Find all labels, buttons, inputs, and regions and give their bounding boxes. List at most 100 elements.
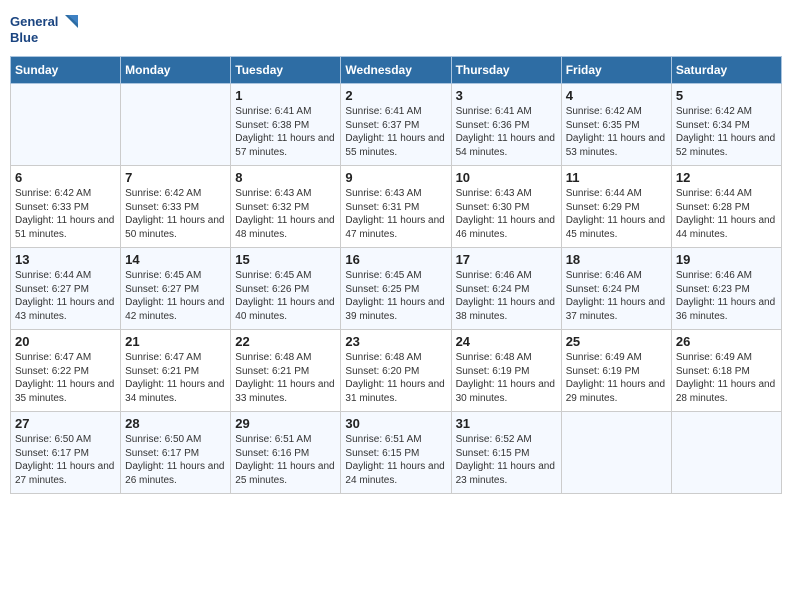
day-info: Sunrise: 6:42 AM Sunset: 6:34 PM Dayligh… xyxy=(676,105,777,159)
day-cell: 1Sunrise: 6:41 AM Sunset: 6:38 PM Daylig… xyxy=(231,84,341,166)
day-number: 15 xyxy=(235,252,336,267)
day-info: Sunrise: 6:42 AM Sunset: 6:33 PM Dayligh… xyxy=(15,187,116,241)
day-info: Sunrise: 6:45 AM Sunset: 6:26 PM Dayligh… xyxy=(235,269,336,323)
week-row-3: 13 Sunrise: 6:44 AM Sunset: 6:27 PM Dayli… xyxy=(11,248,782,330)
day-info: Sunrise: 6:47 AM Sunset: 6:21 PM Dayligh… xyxy=(125,351,226,405)
day-info: Sunrise: 6:46 AM Sunset: 6:23 PM Dayligh… xyxy=(676,269,777,323)
day-number: 18 xyxy=(566,252,667,267)
header-cell-tuesday: Tuesday xyxy=(231,57,341,84)
day-info: Sunrise: 6:48 AM Sunset: 6:21 PM Dayligh… xyxy=(235,351,336,405)
day-info: Sunrise: 6:48 AM Sunset: 6:20 PM Dayligh… xyxy=(345,351,446,405)
day-number: 1 xyxy=(235,88,336,103)
day-info: Sunrise: 6:49 AM Sunset: 6:18 PM Dayligh… xyxy=(676,351,777,405)
day-cell xyxy=(671,412,781,494)
day-cell: 2Sunrise: 6:41 AM Sunset: 6:37 PM Daylig… xyxy=(341,84,451,166)
day-info: Sunrise: 6:50 AM Sunset: 6:17 PM Dayligh… xyxy=(125,433,226,487)
calendar-table: SundayMondayTuesdayWednesdayThursdayFrid… xyxy=(10,56,782,494)
day-cell: 10Sunrise: 6:43 AM Sunset: 6:30 PM Dayli… xyxy=(451,166,561,248)
day-number: 7 xyxy=(125,170,226,185)
day-number: 16 xyxy=(345,252,446,267)
day-cell: 8 Sunrise: 6:43 AM Sunset: 6:32 PM Daylig… xyxy=(231,166,341,248)
day-number: 22 xyxy=(235,334,336,349)
day-cell: 6 Sunrise: 6:42 AM Sunset: 6:33 PM Daylig… xyxy=(11,166,121,248)
day-cell: 31 Sunrise: 6:52 AM Sunset: 6:15 PM Dayli… xyxy=(451,412,561,494)
day-cell: 9 Sunrise: 6:43 AM Sunset: 6:31 PM Daylig… xyxy=(341,166,451,248)
day-number: 29 xyxy=(235,416,336,431)
day-number: 3 xyxy=(456,88,557,103)
header-cell-wednesday: Wednesday xyxy=(341,57,451,84)
day-number: 14 xyxy=(125,252,226,267)
day-number: 27 xyxy=(15,416,116,431)
week-row-5: 27 Sunrise: 6:50 AM Sunset: 6:17 PM Dayli… xyxy=(11,412,782,494)
day-number: 13 xyxy=(15,252,116,267)
day-number: 4 xyxy=(566,88,667,103)
day-cell: 22 Sunrise: 6:48 AM Sunset: 6:21 PM Dayli… xyxy=(231,330,341,412)
svg-text:Blue: Blue xyxy=(10,30,38,45)
day-number: 24 xyxy=(456,334,557,349)
day-cell: 12 Sunrise: 6:44 AM Sunset: 6:28 PM Dayli… xyxy=(671,166,781,248)
day-number: 28 xyxy=(125,416,226,431)
day-number: 17 xyxy=(456,252,557,267)
day-info: Sunrise: 6:51 AM Sunset: 6:16 PM Dayligh… xyxy=(235,433,336,487)
day-cell: 27Sunrise: 6:50 AM Sunset: 6:17 PM Dayli… xyxy=(11,412,121,494)
day-info: Sunrise: 6:46 AM Sunset: 6:24 PM Dayligh… xyxy=(566,269,667,323)
day-info: Sunrise: 6:46 AM Sunset: 6:24 PM Dayligh… xyxy=(456,269,557,323)
day-number: 6 xyxy=(15,170,116,185)
logo: General Blue xyxy=(10,10,80,50)
day-number: 30 xyxy=(345,416,446,431)
day-info: Sunrise: 6:49 AM Sunset: 6:19 PM Dayligh… xyxy=(566,351,667,405)
day-cell: 13 Sunrise: 6:44 AM Sunset: 6:27 PM Dayli… xyxy=(11,248,121,330)
header-cell-sunday: Sunday xyxy=(11,57,121,84)
day-number: 9 xyxy=(345,170,446,185)
day-cell: 19 Sunrise: 6:46 AM Sunset: 6:23 PM Dayli… xyxy=(671,248,781,330)
day-cell: 26 Sunrise: 6:49 AM Sunset: 6:18 PM Dayli… xyxy=(671,330,781,412)
day-cell: 28 Sunrise: 6:50 AM Sunset: 6:17 PM Dayli… xyxy=(121,412,231,494)
day-number: 19 xyxy=(676,252,777,267)
logo-svg: General Blue xyxy=(10,10,80,50)
day-cell: 4 Sunrise: 6:42 AM Sunset: 6:35 PM Daylig… xyxy=(561,84,671,166)
day-cell xyxy=(11,84,121,166)
day-cell: 17 Sunrise: 6:46 AM Sunset: 6:24 PM Dayli… xyxy=(451,248,561,330)
day-info: Sunrise: 6:43 AM Sunset: 6:31 PM Dayligh… xyxy=(345,187,446,241)
week-row-2: 6 Sunrise: 6:42 AM Sunset: 6:33 PM Daylig… xyxy=(11,166,782,248)
page-header: General Blue xyxy=(10,10,782,50)
day-cell xyxy=(121,84,231,166)
day-info: Sunrise: 6:51 AM Sunset: 6:15 PM Dayligh… xyxy=(345,433,446,487)
day-number: 26 xyxy=(676,334,777,349)
day-number: 21 xyxy=(125,334,226,349)
day-number: 23 xyxy=(345,334,446,349)
calendar-body: 1Sunrise: 6:41 AM Sunset: 6:38 PM Daylig… xyxy=(11,84,782,494)
header-cell-thursday: Thursday xyxy=(451,57,561,84)
day-info: Sunrise: 6:44 AM Sunset: 6:29 PM Dayligh… xyxy=(566,187,667,241)
svg-text:General: General xyxy=(10,14,58,29)
day-cell: 5 Sunrise: 6:42 AM Sunset: 6:34 PM Daylig… xyxy=(671,84,781,166)
day-info: Sunrise: 6:52 AM Sunset: 6:15 PM Dayligh… xyxy=(456,433,557,487)
day-cell xyxy=(561,412,671,494)
day-cell: 21 Sunrise: 6:47 AM Sunset: 6:21 PM Dayli… xyxy=(121,330,231,412)
header-cell-friday: Friday xyxy=(561,57,671,84)
day-info: Sunrise: 6:44 AM Sunset: 6:27 PM Dayligh… xyxy=(15,269,116,323)
day-cell: 29 Sunrise: 6:51 AM Sunset: 6:16 PM Dayli… xyxy=(231,412,341,494)
week-row-1: 1Sunrise: 6:41 AM Sunset: 6:38 PM Daylig… xyxy=(11,84,782,166)
day-info: Sunrise: 6:48 AM Sunset: 6:19 PM Dayligh… xyxy=(456,351,557,405)
day-number: 12 xyxy=(676,170,777,185)
day-cell: 16 Sunrise: 6:45 AM Sunset: 6:25 PM Dayli… xyxy=(341,248,451,330)
day-number: 2 xyxy=(345,88,446,103)
day-number: 11 xyxy=(566,170,667,185)
day-info: Sunrise: 6:44 AM Sunset: 6:28 PM Dayligh… xyxy=(676,187,777,241)
day-info: Sunrise: 6:43 AM Sunset: 6:32 PM Dayligh… xyxy=(235,187,336,241)
header-cell-saturday: Saturday xyxy=(671,57,781,84)
day-cell: 24 Sunrise: 6:48 AM Sunset: 6:19 PM Dayli… xyxy=(451,330,561,412)
day-info: Sunrise: 6:42 AM Sunset: 6:35 PM Dayligh… xyxy=(566,105,667,159)
day-info: Sunrise: 6:45 AM Sunset: 6:25 PM Dayligh… xyxy=(345,269,446,323)
day-number: 10 xyxy=(456,170,557,185)
header-row: SundayMondayTuesdayWednesdayThursdayFrid… xyxy=(11,57,782,84)
day-info: Sunrise: 6:45 AM Sunset: 6:27 PM Dayligh… xyxy=(125,269,226,323)
day-cell: 25Sunrise: 6:49 AM Sunset: 6:19 PM Dayli… xyxy=(561,330,671,412)
day-cell: 30 Sunrise: 6:51 AM Sunset: 6:15 PM Dayli… xyxy=(341,412,451,494)
week-row-4: 20Sunrise: 6:47 AM Sunset: 6:22 PM Dayli… xyxy=(11,330,782,412)
day-number: 31 xyxy=(456,416,557,431)
day-number: 5 xyxy=(676,88,777,103)
day-number: 8 xyxy=(235,170,336,185)
day-cell: 20Sunrise: 6:47 AM Sunset: 6:22 PM Dayli… xyxy=(11,330,121,412)
